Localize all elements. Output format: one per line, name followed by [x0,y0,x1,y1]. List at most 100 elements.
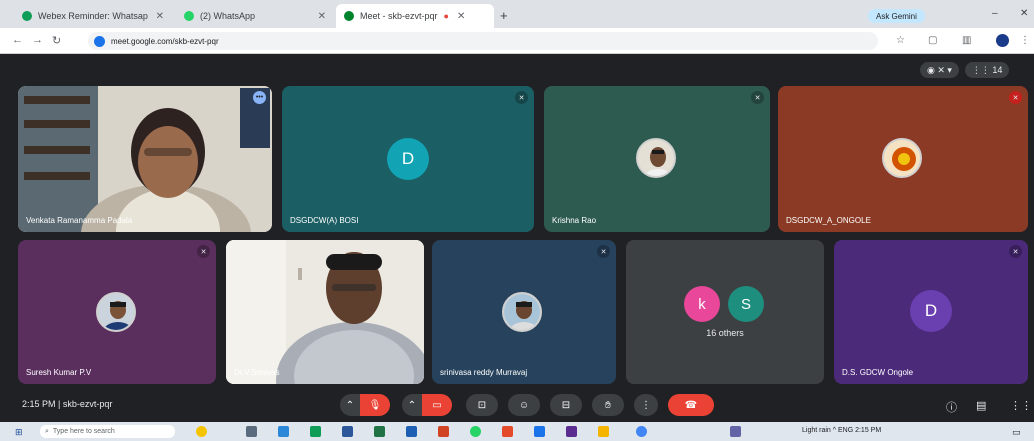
participant-tile-others[interactable]: k S 16 others [626,240,824,384]
browser-tab-strip: Webex Reminder: Whatsap ✕ (2) WhatsApp ✕… [0,0,1034,28]
file-explorer-icon[interactable] [598,426,609,437]
captions-button[interactable]: ⊡ [466,394,498,416]
site-info-icon[interactable] [94,35,105,47]
participant-tile-ds-gdcw-ongole[interactable]: D ✕ D.S. GDCW Ongole [834,240,1028,384]
profile-chip-label: Ask Gemini [876,11,917,21]
emoji-icon: ☺ [518,399,530,411]
chrome-icon[interactable] [310,426,321,437]
tab-meet[interactable]: Meet - skb-ezvt-pqr ● ✕ [336,4,494,28]
store-icon[interactable] [534,426,545,437]
tab-title: Webex Reminder: Whatsap [38,11,148,21]
back-arrow-icon[interactable]: ← [12,34,23,46]
emoji-button[interactable]: ☺ [508,394,540,416]
participant-tile-venkata[interactable]: ••• Venkata Ramanamma Padala [18,86,272,232]
notification-icon[interactable]: ▭ [1012,427,1021,438]
recording-pill[interactable]: ◉ ✕ ▾ [920,62,959,78]
participant-name: Venkata Ramanamma Padala [26,216,133,225]
avatar: S [728,286,764,322]
search-icon: ⌕ [45,427,49,435]
avatar-letter: D [924,301,938,320]
recording-pill-label: ◉ ✕ ▾ [927,64,952,75]
mic-options-button[interactable]: ⌃ [340,394,360,416]
star-icon[interactable]: ☆ [896,35,905,46]
meet-control-bar: 2:15 PM | skb-ezvt-pqr ⌃ 🎙︎ ⌃ ▭ ⊡ ☺ ⊟ ✋︎… [0,388,1034,422]
participant-name: D.S. GDCW Ongole [842,368,914,377]
mic-muted-icon: ✕ [197,245,210,258]
edge-icon[interactable] [278,426,289,437]
participant-tile-srinivas[interactable]: Dr.V.Srinivas [226,240,424,384]
captions-icon: ⊡ [477,399,487,411]
participant-tile-dsgdcw-bosi[interactable]: D ✕ DSGDCW(A) BOSI [282,86,534,232]
menu-kebab-icon[interactable]: ⋮ [1020,35,1030,46]
tab-webex[interactable]: Webex Reminder: Whatsap ✕ [14,4,172,28]
windows-taskbar: ⊞ ⌕ Type here to search Light rain ^ ENG… [0,422,1034,441]
whatsapp-icon [184,11,194,21]
forward-arrow-icon[interactable]: → [32,34,43,46]
taskbar-search-placeholder: Type here to search [52,428,115,435]
mail-icon[interactable] [406,426,417,437]
close-icon[interactable]: ✕ [318,11,326,22]
chevron-up-icon: ⌃ [345,399,355,411]
mic-muted-icon: ✕ [515,91,528,104]
minimize-icon[interactable]: – [992,8,998,19]
participant-tile-krishna[interactable]: ✕ Krishna Rao [544,86,770,232]
participant-tile-dsgdcw-ongole[interactable]: ✕ DSGDCW_A_ONGOLE [778,86,1028,232]
chrome-active-icon[interactable] [636,426,647,437]
close-icon[interactable]: ✕ [457,11,465,22]
tab-title: (2) WhatsApp [200,11,256,21]
participant-name: Suresh Kumar P.V [26,368,92,377]
info-icon[interactable]: ⓘ [946,399,957,415]
camera-toggle-button[interactable]: ▭ [422,394,452,416]
mic-muted-icon: ✕ [597,245,610,258]
plus-icon[interactable]: + [500,8,508,23]
firefox-icon[interactable] [502,426,513,437]
close-window-icon[interactable]: ✕ [1020,8,1028,19]
whatsapp-taskbar-icon[interactable] [470,426,481,437]
more-vert-icon: ⋮ [641,399,651,411]
camera-options-button[interactable]: ⌃ [402,394,422,416]
avatar-letter: k [698,295,706,313]
activities-icon[interactable]: ⋮⋮ [1010,399,1032,412]
avatar [882,138,922,178]
participant-name: Krishna Rao [552,216,597,225]
teams-icon[interactable] [730,426,741,437]
system-tray: Light rain ^ ENG 2:15 PM [802,427,882,434]
participants-pill[interactable]: ⋮⋮ 14 [964,62,1010,78]
url-omnibox[interactable]: meet.google.com/skb-ezvt-pqr [88,32,878,50]
speaking-indicator-icon: ••• [253,91,266,104]
profile-chip[interactable]: Ask Gemini [868,9,925,23]
powerpoint-icon[interactable] [438,426,449,437]
more-options-button[interactable]: ⋮ [634,394,658,416]
present-screen-icon: ⊟ [561,399,571,411]
leave-call-button[interactable]: ☎︎ [668,394,714,416]
task-view-icon[interactable] [246,426,257,437]
profile-avatar[interactable] [996,34,1009,47]
tab-whatsapp[interactable]: (2) WhatsApp ✕ [176,4,334,28]
avatar-letter: S [740,295,751,313]
avatar [502,292,542,332]
windows-start-icon[interactable]: ⊞ [15,427,23,438]
raise-hand-button[interactable]: ✋︎ [592,394,624,416]
chat-icon[interactable]: ▤ [976,399,986,412]
reload-icon[interactable]: ↻ [52,34,61,47]
microphone-toggle-button[interactable]: 🎙︎ [360,394,390,416]
participant-tile-suresh[interactable]: ✕ Suresh Kumar P.V [18,240,216,384]
onenote-icon[interactable] [566,426,577,437]
avatar: D [387,138,429,180]
avatar: D [910,290,952,332]
mic-muted-icon: ✕ [751,91,764,104]
word-icon[interactable] [342,426,353,437]
weather-widget-icon[interactable] [196,426,207,437]
taskbar-search-box[interactable]: ⌕ Type here to search [40,425,175,438]
participant-tile-srinivasa-reddy[interactable]: ✕ srinivasa reddy Murravaj [432,240,616,384]
present-button[interactable]: ⊟ [550,394,582,416]
mic-muted-icon: ✕ [1009,91,1022,104]
recording-dot-icon: ● [443,11,449,21]
close-icon[interactable]: ✕ [156,11,164,22]
excel-icon[interactable] [374,426,385,437]
sidebar-icon[interactable]: ▥ [962,35,971,46]
participant-name: srinivasa reddy Murravaj [440,368,528,377]
avatar [636,138,676,178]
avatar-letter: D [401,149,415,168]
extensions-icon[interactable]: ▢ [928,35,937,46]
